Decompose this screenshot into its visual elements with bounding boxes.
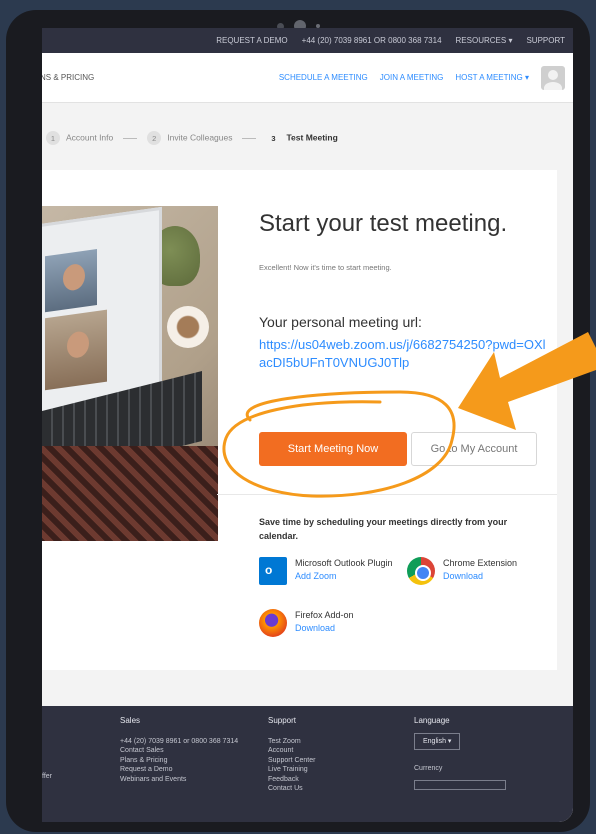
footer-link[interactable]: Contact Sales bbox=[120, 746, 240, 755]
photo-video-tile bbox=[45, 249, 97, 313]
step-test-meeting: 3 Test Meeting bbox=[266, 131, 337, 145]
footer-support-column: Support Test Zoom Account Support Center… bbox=[268, 716, 315, 793]
step-separator bbox=[123, 137, 138, 139]
footer-currency-title: Currency bbox=[414, 765, 443, 773]
footer-sales-title: Sales bbox=[120, 716, 141, 725]
outlook-plugin-name: Microsoft Outlook Plugin bbox=[295, 558, 393, 568]
chrome-download-link[interactable]: Download bbox=[443, 570, 517, 583]
photo-coffee-cup bbox=[167, 306, 209, 348]
support-link[interactable]: SUPPORT bbox=[526, 36, 565, 45]
step-label: Account Info bbox=[66, 132, 114, 143]
chrome-icon bbox=[407, 557, 435, 585]
chrome-extension-name: Chrome Extension bbox=[443, 558, 518, 568]
meeting-url-link[interactable]: https://us04web.zoom.us/j/6682754250?pwd… bbox=[259, 336, 549, 372]
footer-link[interactable]: Contact Us bbox=[268, 784, 315, 793]
step-invite-colleagues: 2 Invite Colleagues bbox=[147, 131, 232, 145]
outlook-plugin-item: Microsoft Outlook Plugin Add Zoom bbox=[259, 557, 409, 585]
go-to-account-button[interactable]: Go to My Account bbox=[411, 432, 537, 466]
footer-link[interactable]: Support Center bbox=[268, 756, 315, 765]
calendar-promo-text: Save time by scheduling your meetings di… bbox=[259, 517, 508, 541]
footer-sales-column: Sales +44 (20) 7039 8961 or 0800 368 731… bbox=[120, 716, 240, 784]
photo-face bbox=[63, 262, 85, 292]
footer-language-title: Language bbox=[414, 716, 450, 725]
request-demo-link[interactable]: REQUEST A DEMO bbox=[216, 36, 287, 45]
main-navbar: NS & PRICING SCHEDULE A MEETING JOIN A M… bbox=[42, 53, 573, 103]
avatar[interactable] bbox=[541, 65, 565, 90]
footer-link[interactable]: Plans & Pricing bbox=[120, 756, 240, 765]
currency-select[interactable] bbox=[414, 779, 506, 790]
footer-link[interactable]: Request a Demo bbox=[120, 765, 240, 774]
footer-link[interactable]: Test Zoom bbox=[268, 737, 315, 746]
photo-video-tile bbox=[45, 309, 107, 391]
footer-link[interactable]: Webinars and Events bbox=[120, 775, 240, 784]
footer-sales-phone: +44 (20) 7039 8961 or 0800 368 7314 bbox=[120, 737, 239, 745]
phone-numbers: +44 (20) 7039 8961 OR 0800 368 7314 bbox=[301, 36, 442, 45]
step-label: Invite Colleagues bbox=[167, 132, 233, 143]
host-meeting-menu[interactable]: HOST A MEETING ▾ bbox=[455, 73, 529, 82]
chrome-extension-item: Chrome Extension Download bbox=[407, 557, 517, 585]
footer-stub: ffer bbox=[42, 773, 52, 780]
section-divider bbox=[217, 494, 557, 495]
schedule-meeting-link[interactable]: SCHEDULE A MEETING bbox=[279, 73, 368, 82]
firefox-addon-name: Firefox Add-on bbox=[295, 610, 354, 620]
page-subtitle: Excellent! Now it's time to start meetin… bbox=[259, 263, 392, 272]
browser-screen: REQUEST A DEMO +44 (20) 7039 8961 OR 080… bbox=[42, 28, 573, 822]
firefox-icon bbox=[259, 609, 287, 637]
meeting-url-label: Your personal meeting url: bbox=[259, 314, 422, 330]
photo-face bbox=[67, 330, 89, 360]
page-footer: ffer Sales +44 (20) 7039 8961 or 0800 36… bbox=[42, 706, 573, 822]
footer-language-column: Language English ▾ Currency bbox=[414, 716, 506, 790]
top-utility-bar: REQUEST A DEMO +44 (20) 7039 8961 OR 080… bbox=[42, 28, 573, 53]
plans-pricing-link[interactable]: NS & PRICING bbox=[42, 73, 94, 82]
page-title: Start your test meeting. bbox=[259, 210, 508, 237]
firefox-addon-item: Firefox Add-on Download bbox=[259, 609, 354, 637]
resources-menu[interactable]: RESOURCES bbox=[456, 36, 513, 45]
photo-sleeve bbox=[42, 446, 218, 541]
step-number: 2 bbox=[147, 131, 162, 145]
language-select[interactable]: English ▾ bbox=[414, 732, 461, 751]
nav-actions: SCHEDULE A MEETING JOIN A MEETING HOST A… bbox=[279, 65, 565, 90]
footer-link[interactable]: Live Training bbox=[268, 765, 315, 774]
firefox-download-link[interactable]: Download bbox=[295, 622, 354, 635]
hero-photo bbox=[42, 206, 218, 541]
step-number: 3 bbox=[271, 133, 276, 143]
step-separator bbox=[242, 137, 257, 139]
outlook-icon bbox=[259, 557, 287, 585]
footer-link[interactable]: Feedback bbox=[268, 775, 315, 784]
start-meeting-button[interactable]: Start Meeting Now bbox=[259, 432, 407, 466]
step-number: 1 bbox=[46, 131, 60, 145]
progress-steps: 1 Account Info 2 Invite Colleagues 3 Test M… bbox=[42, 103, 573, 173]
step-account-info: 1 Account Info bbox=[46, 131, 113, 145]
test-meeting-card: Start your test meeting. Excellent! Now … bbox=[42, 170, 557, 670]
step-label: Test Meeting bbox=[286, 132, 338, 143]
footer-link[interactable]: Account bbox=[268, 746, 315, 755]
footer-support-title: Support bbox=[268, 716, 297, 725]
join-meeting-link[interactable]: JOIN A MEETING bbox=[380, 73, 444, 82]
add-zoom-link[interactable]: Add Zoom bbox=[295, 570, 393, 583]
